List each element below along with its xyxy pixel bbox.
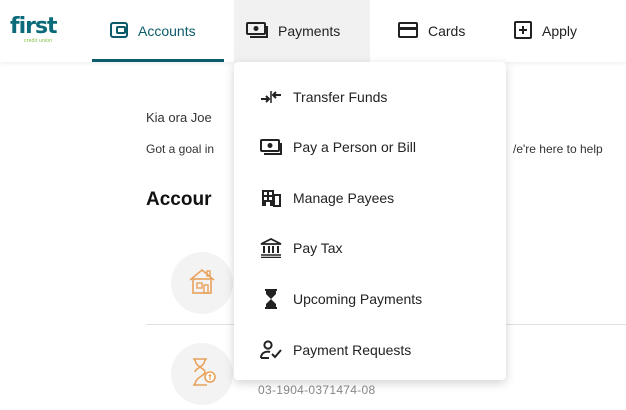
menu-item-label: Pay a Person or Bill xyxy=(293,139,416,155)
building-icon xyxy=(260,188,282,208)
menu-item-label: Pay Tax xyxy=(293,240,343,256)
menu-item-label: Upcoming Payments xyxy=(293,291,423,307)
menu-item-upcoming-payments[interactable]: Upcoming Payments xyxy=(234,279,506,319)
cash-icon xyxy=(246,21,268,41)
menu-item-label: Manage Payees xyxy=(293,190,395,206)
credit-card-icon xyxy=(398,21,418,41)
nav-tab-apply-label: Apply xyxy=(542,23,578,39)
account-avatar-savings[interactable] xyxy=(171,343,233,405)
user-check-icon xyxy=(260,340,282,360)
transfer-arrows-icon xyxy=(260,87,282,107)
house-icon xyxy=(187,266,217,301)
nav-tab-payments-label: Payments xyxy=(278,23,341,39)
menu-item-payment-requests[interactable]: Payment Requests xyxy=(234,330,506,370)
greeting-text: Kia ora Joe xyxy=(146,110,212,125)
nav-tab-cards[interactable]: Cards xyxy=(382,0,482,62)
first-credit-union-logo[interactable]: first credit union xyxy=(10,16,58,48)
plus-box-icon xyxy=(514,20,532,42)
wallet-icon xyxy=(110,21,128,41)
accounts-section-title: Accour xyxy=(146,189,212,210)
nav-tab-accounts-label: Accounts xyxy=(138,23,196,39)
goal-text: Got a goal in xyxy=(146,142,215,156)
nav-tab-payments[interactable]: Payments xyxy=(234,0,370,62)
help-text: /e're here to help xyxy=(513,142,603,156)
menu-item-transfer-funds[interactable]: Transfer Funds xyxy=(234,77,506,117)
menu-item-pay-tax[interactable]: Pay Tax xyxy=(234,228,506,268)
active-tab-indicator xyxy=(92,59,224,62)
nav-tab-apply[interactable]: Apply xyxy=(500,0,600,62)
logo-subtitle: credit union xyxy=(24,38,53,44)
account-number: 03-1904-0371474-08 xyxy=(258,383,376,397)
nav-tab-accounts[interactable]: Accounts xyxy=(92,0,224,62)
menu-item-manage-payees[interactable]: Manage Payees xyxy=(234,178,506,218)
hourglass-icon xyxy=(260,289,282,309)
menu-item-pay-person-or-bill[interactable]: Pay a Person or Bill xyxy=(234,127,506,167)
cash-icon xyxy=(260,137,282,157)
menu-item-label: Payment Requests xyxy=(293,342,412,358)
top-navigation-bar: first credit union Accounts Payments Car… xyxy=(0,0,626,62)
payments-dropdown-menu: Transfer Funds Pay a Person or Bill Mana… xyxy=(234,62,506,380)
menu-item-label: Transfer Funds xyxy=(293,89,388,105)
bank-icon xyxy=(260,238,282,258)
nav-tab-cards-label: Cards xyxy=(428,23,466,39)
logo-wordmark: first xyxy=(10,14,58,39)
hourglass-money-icon xyxy=(186,356,218,393)
account-avatar-house[interactable] xyxy=(171,252,233,314)
